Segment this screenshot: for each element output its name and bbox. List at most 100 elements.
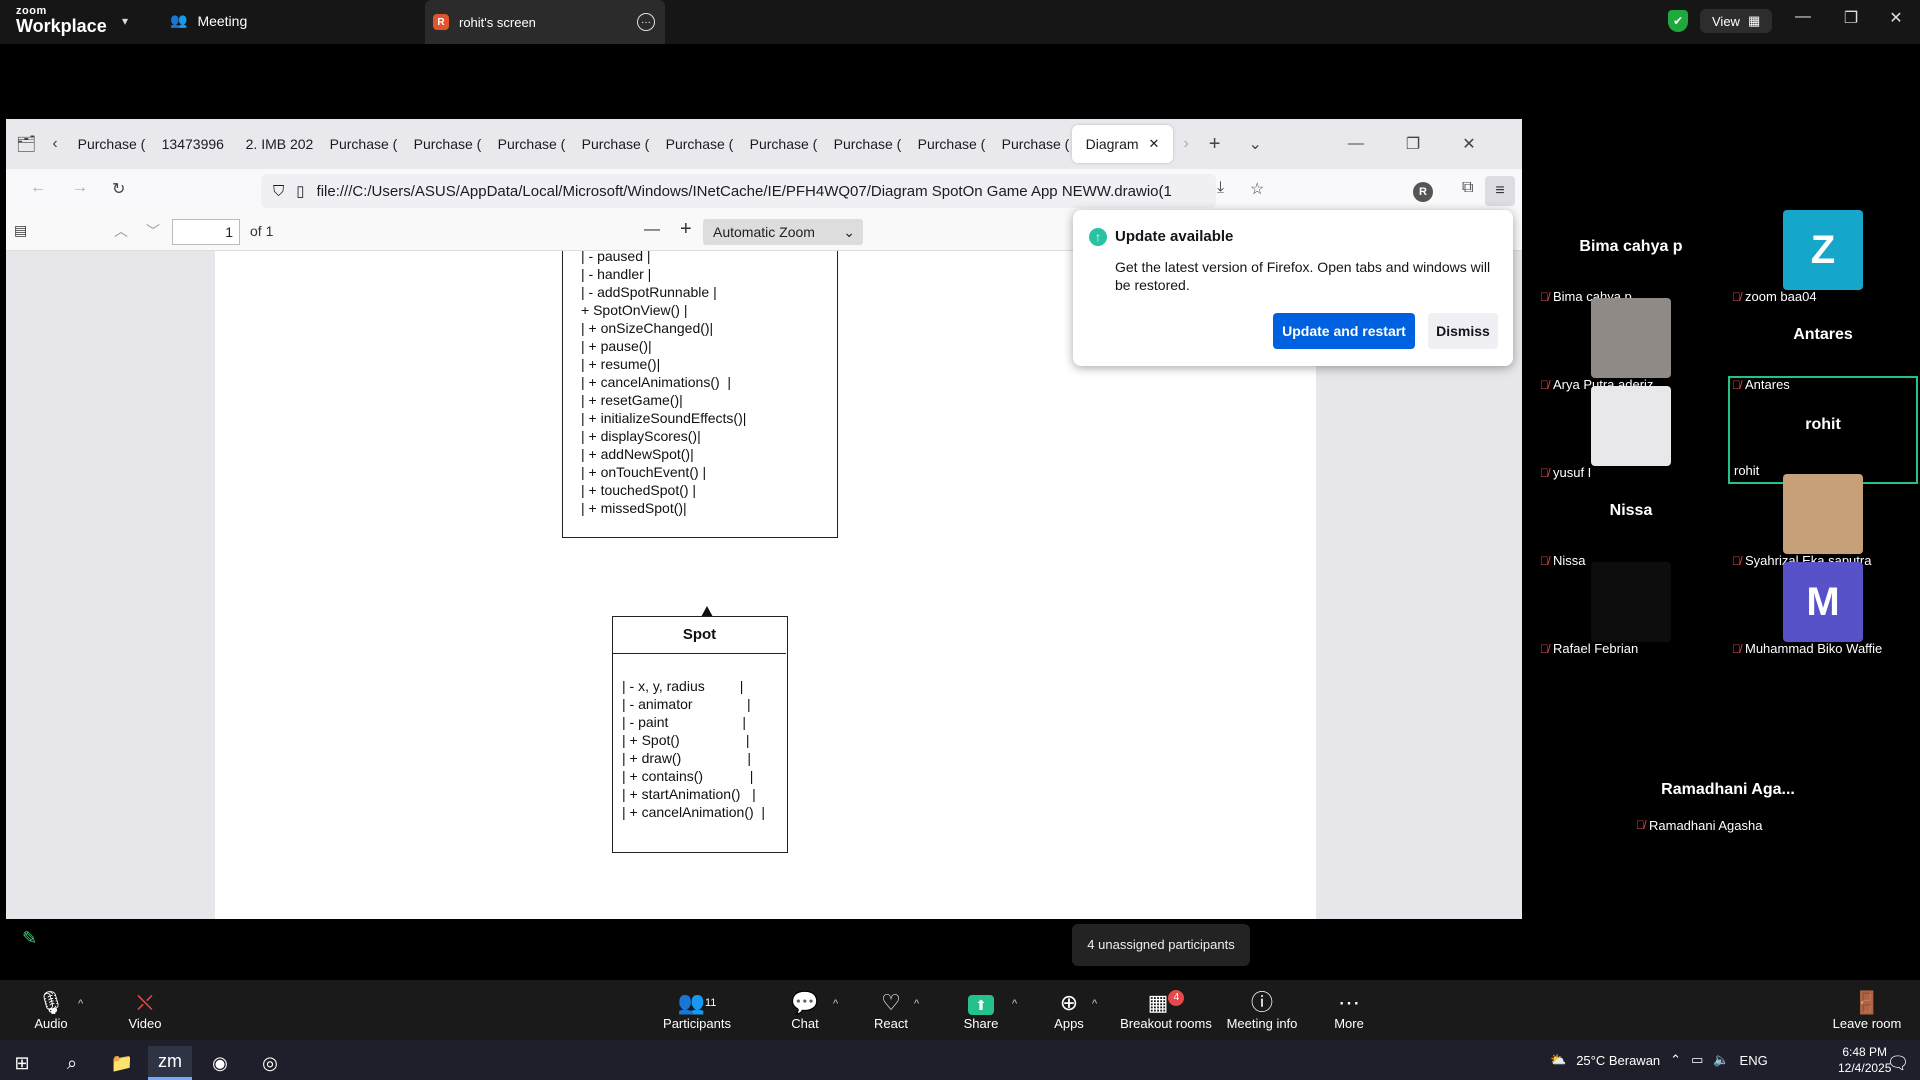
shared-screen-tab[interactable]: R rohit's screen ··· bbox=[425, 0, 665, 44]
browser-tab[interactable]: Purchase ( bbox=[988, 125, 1072, 163]
share-button[interactable]: ⬆ Share bbox=[936, 990, 1026, 1031]
class-member-line: | - addSpotRunnable | bbox=[581, 284, 717, 300]
network-icon[interactable]: ▭ bbox=[1691, 1052, 1703, 1068]
tab-scroll-left-icon[interactable]: ‹ bbox=[46, 135, 63, 153]
search-icon[interactable]: ⌕ bbox=[50, 1046, 94, 1080]
participant-display-name: Bima cahya p bbox=[1579, 238, 1683, 255]
react-button[interactable]: ♡ React bbox=[846, 990, 936, 1031]
forward-icon[interactable]: → bbox=[62, 179, 98, 197]
notification-icon[interactable]: 🗨 bbox=[1876, 1046, 1920, 1080]
react-options-caret-icon[interactable]: ^ bbox=[914, 998, 919, 1010]
more-options-icon[interactable]: ··· bbox=[637, 13, 655, 31]
zoom-select[interactable]: Automatic Zoom ⌄ bbox=[703, 219, 863, 245]
browser-tab[interactable]: Purchase ( bbox=[904, 125, 988, 163]
file-explorer-icon[interactable]: 📁 bbox=[100, 1046, 144, 1080]
apps-button[interactable]: ⊕ Apps bbox=[1024, 990, 1114, 1031]
browser-tab[interactable]: Purchase ( bbox=[820, 125, 904, 163]
ff-restore-icon[interactable]: ❐ bbox=[1396, 134, 1430, 154]
sidebar-toggle-icon[interactable]: ▤ bbox=[14, 222, 27, 239]
close-icon[interactable]: ✕ bbox=[1881, 8, 1911, 28]
zoom-out-icon[interactable]: — bbox=[644, 221, 660, 239]
tab-diagram[interactable]: Diagram ✕ bbox=[1071, 125, 1174, 163]
meeting-info-button[interactable]: ⓘ Meeting info bbox=[1212, 990, 1312, 1031]
participant-tile[interactable]: 🎙̸ Rafael Febrian bbox=[1536, 552, 1726, 660]
browser-tab[interactable]: Purchase ( bbox=[568, 125, 652, 163]
class-member-line: | + touchedSpot() | bbox=[581, 482, 697, 498]
security-shield-icon[interactable]: ✔ bbox=[1668, 10, 1688, 32]
browser-tab[interactable]: Purchase ( bbox=[64, 125, 148, 163]
view-button[interactable]: View ▦ bbox=[1700, 9, 1773, 33]
weather-text[interactable]: 25°C Berawan bbox=[1576, 1053, 1660, 1068]
minimize-icon[interactable]: — bbox=[1788, 8, 1818, 26]
back-icon[interactable]: ← bbox=[20, 179, 56, 197]
browser-tab[interactable]: Purchase ( bbox=[316, 125, 400, 163]
zoom-workplace-logo[interactable]: zoom Workplace bbox=[16, 6, 107, 36]
zoom-logo-big: Workplace bbox=[16, 16, 107, 36]
dismiss-button[interactable]: Dismiss bbox=[1428, 313, 1498, 349]
volume-icon[interactable]: 🔈 bbox=[1713, 1052, 1729, 1068]
class-member-line: | - paused | bbox=[581, 251, 651, 264]
input-language[interactable]: ENG bbox=[1740, 1053, 1768, 1068]
tab-close-icon[interactable]: ✕ bbox=[1149, 136, 1160, 152]
chat-options-caret-icon[interactable]: ^ bbox=[833, 998, 838, 1010]
annotate-pencil-icon[interactable]: ✎ bbox=[22, 928, 60, 958]
restore-icon[interactable]: ❐ bbox=[1836, 8, 1866, 28]
address-bar[interactable]: ⛉ ▯ file:///C:/Users/ASUS/AppData/Local/… bbox=[261, 174, 1216, 208]
chevron-down-icon[interactable]: ▾ bbox=[122, 14, 128, 28]
windows-start-icon[interactable]: ⊞ bbox=[0, 1046, 44, 1080]
browser-tab[interactable]: Purchase ( bbox=[652, 125, 736, 163]
next-page-icon[interactable]: ﹀ bbox=[146, 221, 160, 241]
unassigned-participants-tooltip[interactable]: 4 unassigned participants bbox=[1072, 924, 1250, 966]
browser-tab[interactable]: Purchase ( bbox=[736, 125, 820, 163]
new-tab-icon[interactable]: + bbox=[1199, 133, 1231, 156]
previous-page-icon[interactable]: ︿ bbox=[114, 221, 128, 241]
breakout-rooms-button[interactable]: ▦ 4 Breakout rooms bbox=[1116, 990, 1216, 1031]
participants-icon: 👥11 bbox=[677, 990, 717, 1015]
share-options-caret-icon[interactable]: ^ bbox=[1012, 998, 1017, 1010]
bookmark-star-icon[interactable]: ☆ bbox=[1240, 179, 1274, 199]
tab-scroll-right-icon[interactable]: › bbox=[1173, 135, 1198, 153]
save-to-pocket-icon[interactable]: ⤓ bbox=[1207, 179, 1234, 197]
audio-button[interactable]: 🎙 Audio bbox=[6, 990, 96, 1031]
participant-tile[interactable]: M 🎙̸ Muhammad Biko Waffie bbox=[1728, 552, 1918, 660]
zoom-app-icon[interactable]: zm bbox=[148, 1046, 192, 1080]
ff-minimize-icon[interactable]: — bbox=[1338, 135, 1374, 153]
meeting-tab[interactable]: 👥 Meeting bbox=[170, 12, 247, 29]
participant-avatar: Z bbox=[1783, 210, 1863, 290]
class-member-line: | + onSizeChanged()| bbox=[581, 320, 714, 336]
profile-avatar[interactable]: R bbox=[1413, 182, 1433, 202]
apps-options-caret-icon[interactable]: ^ bbox=[1092, 998, 1097, 1010]
participant-label-text: Ramadhani Agasha bbox=[1649, 818, 1763, 833]
more-label: More bbox=[1334, 1016, 1364, 1031]
page-number-input[interactable]: 1 bbox=[172, 219, 240, 245]
shared-screen-tab-label: rohit's screen bbox=[459, 14, 536, 30]
class-member-line: | + Spot() | bbox=[622, 732, 750, 748]
tracking-shield-icon[interactable]: ⛉ bbox=[273, 183, 284, 200]
weather-icon[interactable]: ⛅ bbox=[1550, 1052, 1566, 1068]
class-member-line: | + cancelAnimation() | bbox=[622, 804, 766, 820]
obs-app-icon[interactable]: ◉ bbox=[198, 1046, 242, 1080]
extensions-icon[interactable]: ⧉ bbox=[1452, 179, 1483, 197]
browser-tab[interactable]: 2. IMB 202 bbox=[232, 125, 316, 163]
browser-tab[interactable]: Purchase ( bbox=[484, 125, 568, 163]
participant-tile-ramadhani[interactable]: Ramadhani Aga... 🎙̸ Ramadhani Agasha bbox=[1536, 776, 1920, 880]
browser-tab[interactable]: Purchase ( bbox=[400, 125, 484, 163]
app-menu-icon[interactable]: ≡ bbox=[1485, 176, 1515, 206]
list-all-tabs-icon[interactable]: ⌄ bbox=[1238, 134, 1271, 154]
update-and-restart-button[interactable]: Update and restart bbox=[1273, 313, 1415, 349]
audio-options-caret-icon[interactable]: ^ bbox=[78, 998, 83, 1010]
firefox-view-icon[interactable]: 🗂 bbox=[6, 134, 46, 154]
leave-room-button[interactable]: 🚪 Leave room bbox=[1822, 990, 1912, 1031]
ff-close-icon[interactable]: ✕ bbox=[1452, 134, 1485, 154]
browser-tab[interactable]: 13473996 bbox=[148, 125, 232, 163]
video-button[interactable]: ⛌ Video bbox=[100, 990, 190, 1031]
participants-button[interactable]: 👥11 Participants bbox=[652, 990, 742, 1031]
spotonview-members: | - paused | | - handler | | - addSpotRunn… bbox=[581, 251, 746, 517]
reload-icon[interactable]: ↻ bbox=[102, 179, 135, 199]
more-button[interactable]: ⋯ More bbox=[1304, 990, 1394, 1031]
chrome-app-icon[interactable]: ◎ bbox=[248, 1046, 292, 1080]
show-hidden-icons-icon[interactable]: ⌃ bbox=[1670, 1052, 1681, 1068]
zoom-in-icon[interactable]: + bbox=[680, 218, 692, 241]
breakout-badge: 4 bbox=[1168, 990, 1185, 1006]
chat-button[interactable]: 💬 Chat bbox=[760, 990, 850, 1031]
